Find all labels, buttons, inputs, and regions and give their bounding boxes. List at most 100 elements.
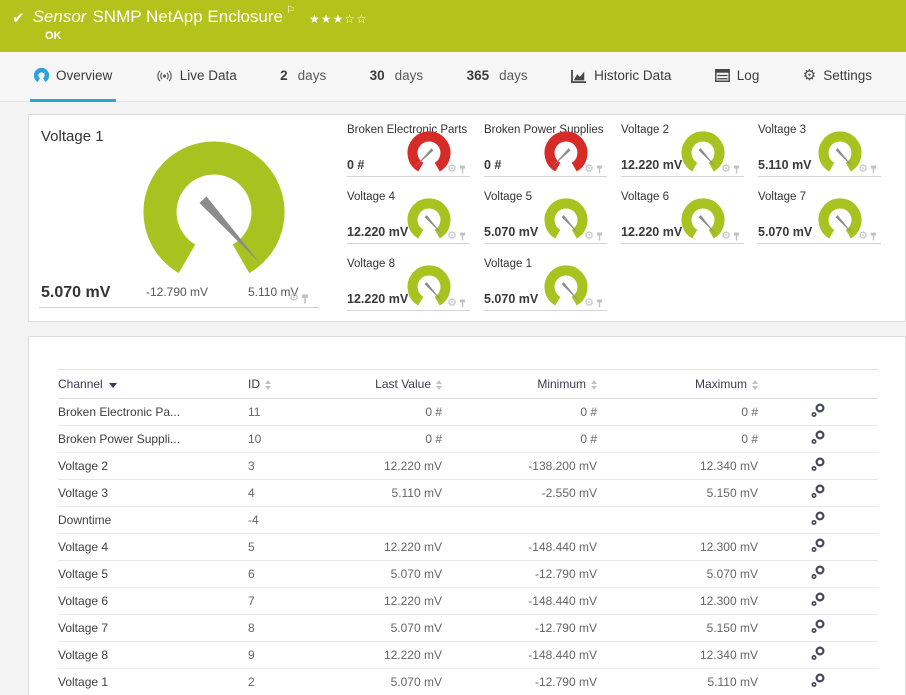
tab-live-data[interactable]: Live Data: [152, 52, 241, 102]
channel-settings-icon[interactable]: [811, 403, 825, 421]
cell-channel: Broken Power Suppli...: [58, 425, 248, 453]
small-gauge-cell[interactable]: Voltage 5 5.070 mV ⚙: [484, 182, 607, 244]
channel-settings-icon[interactable]: [811, 565, 825, 583]
cell-channel: Voltage 8: [58, 641, 248, 669]
tab-overview[interactable]: Overview: [30, 52, 117, 102]
gauge: [406, 197, 452, 245]
primary-gauge-cell[interactable]: Voltage 1 5.070 mV -12.790 mV 5.110 mV ⚙: [39, 115, 319, 308]
gauge-pin-icon[interactable]: [596, 299, 603, 308]
gauge-gear-icon[interactable]: ⚙: [447, 298, 457, 309]
gauge-gear-icon[interactable]: ⚙: [584, 298, 594, 309]
cell-channel: Voltage 7: [58, 614, 248, 642]
gauge-gear-icon[interactable]: ⚙: [584, 164, 594, 175]
small-gauge-cell[interactable]: Voltage 7 5.070 mV ⚙: [758, 182, 881, 244]
cell-id: 7: [248, 587, 308, 615]
gauge-pin-icon[interactable]: [596, 165, 603, 174]
gauge-value: 12.220 mV: [621, 225, 683, 239]
small-gauge-cell[interactable]: Voltage 1 5.070 mV ⚙: [484, 249, 607, 311]
column-header-maximum[interactable]: Maximum: [597, 369, 758, 399]
gauge-gear-icon[interactable]: ⚙: [447, 164, 457, 175]
prtg-sensor-page: ✔ Sensor SNMP NetApp Enclosure ⚐ ★★★☆☆ OK O…: [0, 0, 906, 695]
gauge-gear-icon[interactable]: ⚙: [447, 231, 457, 242]
gauge: [680, 197, 726, 245]
column-header-last-value[interactable]: Last Value: [308, 369, 442, 399]
flag-icon[interactable]: ⚐: [286, 5, 295, 16]
cell-last-value: 12.220 mV: [308, 452, 442, 480]
channel-settings-icon[interactable]: [811, 457, 825, 475]
small-gauge-cell[interactable]: Voltage 3 5.110 mV ⚙: [758, 115, 881, 177]
cell-maximum: 5.150 mV: [597, 479, 758, 507]
gauge-pin-icon[interactable]: [459, 299, 466, 308]
column-header-minimum[interactable]: Minimum: [442, 369, 597, 399]
gauge-pin-icon[interactable]: [733, 232, 740, 241]
channel-settings-icon[interactable]: [811, 619, 825, 637]
cell-minimum: -148.440 mV: [442, 587, 597, 615]
cell-id: 4: [248, 479, 308, 507]
cell-minimum: [442, 506, 597, 534]
sensor-status-badge: OK: [45, 30, 62, 42]
tab-historic-data[interactable]: Historic Data: [567, 52, 675, 102]
tab-log[interactable]: Log: [711, 52, 764, 102]
table-row[interactable]: Broken Power Suppli... 10 0 # 0 # 0 #: [58, 425, 878, 453]
channel-settings-icon[interactable]: [811, 538, 825, 556]
small-gauge-cell[interactable]: Broken Power Supplies 0 # ⚙: [484, 115, 607, 177]
cell-channel: Voltage 5: [58, 560, 248, 588]
channel-settings-icon[interactable]: [811, 592, 825, 610]
tab-settings[interactable]: ⚙ Settings: [799, 52, 876, 102]
broadcast-icon: [157, 70, 172, 81]
channel-settings-icon[interactable]: [811, 430, 825, 448]
sensor-header: ✔ Sensor SNMP NetApp Enclosure ⚐ ★★★☆☆ OK: [0, 0, 906, 52]
gauge-pin-icon[interactable]: [459, 232, 466, 241]
table-row[interactable]: Voltage 3 4 5.110 mV -2.550 mV 5.150 mV: [58, 479, 878, 507]
tab-2-days[interactable]: 2 days: [276, 52, 330, 102]
cell-maximum: 12.300 mV: [597, 587, 758, 615]
tab-30-days[interactable]: 30 days: [366, 52, 428, 102]
small-gauge-cell[interactable]: Voltage 6 12.220 mV ⚙: [621, 182, 744, 244]
table-row[interactable]: Voltage 6 7 12.220 mV -148.440 mV 12.300…: [58, 587, 878, 615]
tab-bar: Overview Live Data 2 days 30 days 365 days: [0, 52, 906, 102]
cell-id: 10: [248, 425, 308, 453]
table-row[interactable]: Voltage 5 6 5.070 mV -12.790 mV 5.070 mV: [58, 560, 878, 588]
gauge-gear-icon[interactable]: ⚙: [858, 231, 868, 242]
gauge-value: 0 #: [347, 158, 365, 172]
cell-channel: Voltage 4: [58, 533, 248, 561]
column-header-channel[interactable]: Channel: [58, 369, 248, 399]
table-row[interactable]: Voltage 1 2 5.070 mV -12.790 mV 5.110 mV: [58, 668, 878, 695]
gauge: [543, 197, 589, 245]
small-gauge-cell[interactable]: Broken Electronic Parts 0 # ⚙: [347, 115, 470, 177]
priority-stars[interactable]: ★★★☆☆: [309, 12, 368, 26]
small-gauge-cell[interactable]: Voltage 4 12.220 mV ⚙: [347, 182, 470, 244]
table-row[interactable]: Broken Electronic Pa... 11 0 # 0 # 0 #: [58, 398, 878, 426]
channel-settings-icon[interactable]: [811, 484, 825, 502]
primary-gauge: [139, 137, 289, 283]
gauge-value: 5.070 mV: [758, 225, 813, 239]
gauge-pin-icon[interactable]: [870, 165, 877, 174]
channel-settings-icon[interactable]: [811, 673, 825, 691]
gauge-pin-icon[interactable]: [870, 232, 877, 241]
column-header-id[interactable]: ID: [248, 369, 308, 399]
gauge-gear-icon[interactable]: ⚙: [584, 231, 594, 242]
small-gauge-cell[interactable]: Voltage 8 12.220 mV ⚙: [347, 249, 470, 311]
channel-settings-icon[interactable]: [811, 646, 825, 664]
gauge-pin-icon[interactable]: [733, 165, 740, 174]
gauge-pin-icon[interactable]: [459, 165, 466, 174]
table-row[interactable]: Voltage 7 8 5.070 mV -12.790 mV 5.150 mV: [58, 614, 878, 642]
gauge-gear-icon[interactable]: ⚙: [721, 164, 731, 175]
table-row[interactable]: Voltage 2 3 12.220 mV -138.200 mV 12.340…: [58, 452, 878, 480]
primary-gauge-min-label: -12.790 mV: [146, 285, 209, 299]
gauge-pin-icon[interactable]: [596, 232, 603, 241]
table-row[interactable]: Voltage 4 5 12.220 mV -148.440 mV 12.300…: [58, 533, 878, 561]
gauge-gear-icon[interactable]: ⚙: [721, 231, 731, 242]
cell-minimum: -148.440 mV: [442, 533, 597, 561]
table-row[interactable]: Voltage 8 9 12.220 mV -148.440 mV 12.340…: [58, 641, 878, 669]
table-row[interactable]: Downtime -4: [58, 506, 878, 534]
gauge: [406, 130, 452, 178]
cell-id: 8: [248, 614, 308, 642]
gauge-gear-icon[interactable]: ⚙: [858, 164, 868, 175]
channel-settings-icon[interactable]: [811, 511, 825, 529]
sort-both-icon: [752, 379, 758, 390]
gauge-pin-icon[interactable]: [301, 294, 309, 304]
gauge-gear-icon[interactable]: ⚙: [289, 293, 299, 304]
tab-365-days[interactable]: 365 days: [463, 52, 532, 102]
small-gauge-cell[interactable]: Voltage 2 12.220 mV ⚙: [621, 115, 744, 177]
